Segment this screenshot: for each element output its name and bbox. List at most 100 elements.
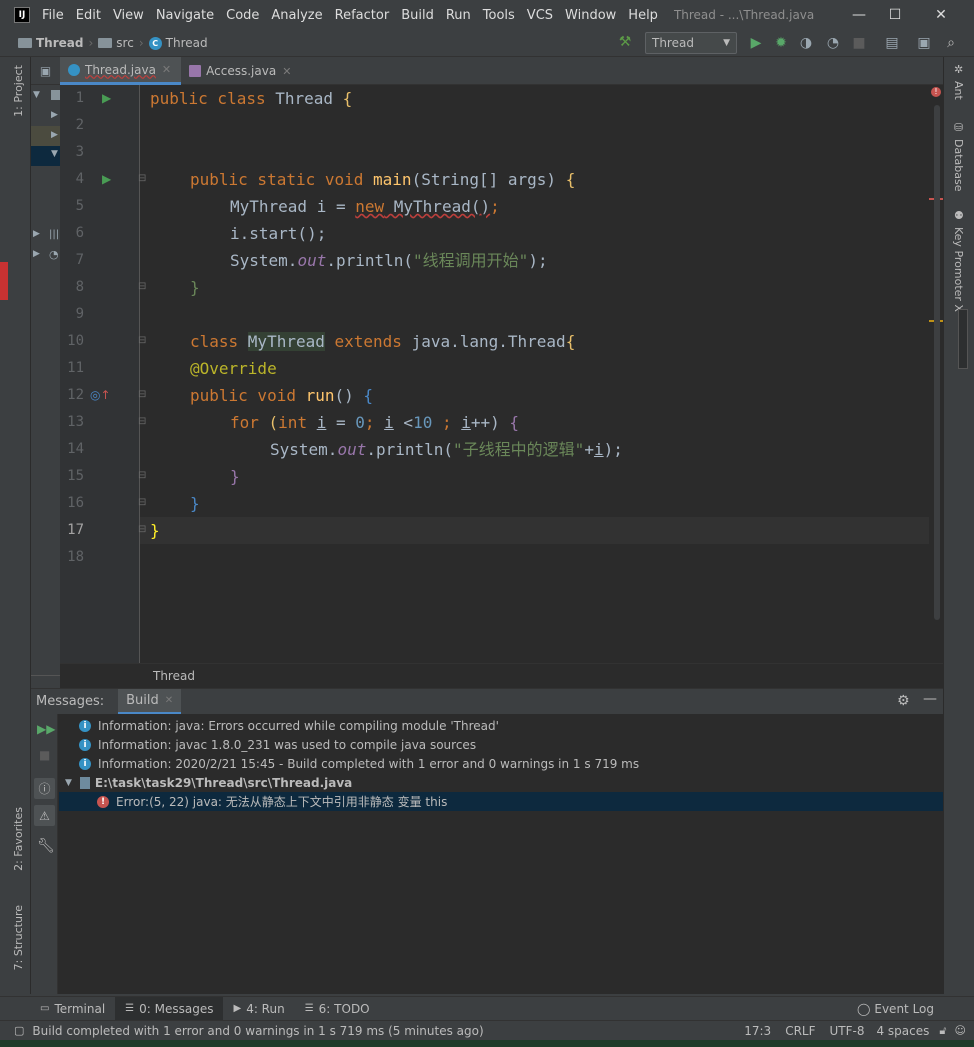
breadcrumb-src[interactable]: src xyxy=(98,36,134,50)
error-indicator-icon[interactable]: ! xyxy=(931,87,941,97)
editor-breadcrumb-label[interactable]: Thread xyxy=(153,669,195,683)
menu-window[interactable]: Window xyxy=(565,8,616,23)
code-line: @Override xyxy=(190,359,277,378)
memory-indicator[interactable] xyxy=(958,309,968,369)
tab-terminal[interactable]: ▭ Terminal xyxy=(30,997,115,1021)
breadcrumb-class[interactable]: C Thread xyxy=(148,36,208,50)
intellij-logo-icon[interactable]: IJ xyxy=(14,7,30,23)
run-configuration-select[interactable]: Thread ▼ xyxy=(645,32,737,54)
close-window-button[interactable]: ✕ xyxy=(918,0,964,30)
error-stripe[interactable]: ! xyxy=(929,85,943,663)
fold-icon[interactable]: ⊟ xyxy=(138,281,146,292)
key-promoter-tool-button[interactable]: Key Promoter X xyxy=(952,227,965,312)
menu-analyze[interactable]: Analyze xyxy=(271,8,322,23)
tool-windows-icon[interactable]: ▢ xyxy=(14,1024,24,1037)
menu-file[interactable]: File xyxy=(42,8,64,23)
code-token: ; xyxy=(490,197,500,216)
run-icon[interactable]: ▶ xyxy=(748,35,764,51)
menu-navigate[interactable]: Navigate xyxy=(156,8,214,23)
menu-edit[interactable]: Edit xyxy=(76,8,101,23)
caret-position[interactable]: 17:3 xyxy=(744,1024,771,1038)
message-row-info[interactable]: i Information: java: Errors occurred whi… xyxy=(59,716,943,735)
menu-view[interactable]: View xyxy=(113,8,144,23)
fold-icon[interactable]: ⊟ xyxy=(138,497,146,508)
favorites-tool-button[interactable]: 2: Favorites xyxy=(12,807,25,871)
structure-tool-button[interactable]: 7: Structure xyxy=(12,905,25,970)
message-row-info[interactable]: i Information: 2020/2/21 15:45 - Build c… xyxy=(59,754,943,773)
run-gutter-icon[interactable]: ▶ xyxy=(102,172,111,186)
fold-icon[interactable]: ⊟ xyxy=(138,389,146,400)
menu-code[interactable]: Code xyxy=(226,8,259,23)
project-view-icon[interactable]: ▣ xyxy=(31,57,60,85)
menu-build[interactable]: Build xyxy=(401,8,434,23)
project-panel-scrollbar[interactable] xyxy=(31,675,60,688)
event-log-button[interactable]: ◯ Event Log xyxy=(847,997,944,1021)
coverage-icon[interactable]: ◑ xyxy=(798,35,814,51)
gear-icon[interactable]: ⚙ xyxy=(897,693,910,709)
menu-refactor[interactable]: Refactor xyxy=(335,8,390,23)
fold-icon[interactable]: ⊟ xyxy=(138,416,146,427)
project-structure-icon[interactable]: ▤ xyxy=(884,35,900,51)
code-editor[interactable]: 1 2 3 4 5 6 7 8 9 10 11 12 13 14 15 16 1… xyxy=(60,85,943,663)
message-row-info[interactable]: i Information: javac 1.8.0_231 was used … xyxy=(59,735,943,754)
tree-expand-icon[interactable]: ▼ xyxy=(51,149,58,159)
show-warnings-icon[interactable]: ⚠ xyxy=(34,805,55,826)
run-gutter-icon[interactable]: ▶ xyxy=(102,91,111,105)
debug-icon[interactable]: ✹ xyxy=(773,35,789,51)
menu-help[interactable]: Help xyxy=(628,8,658,23)
wrench-icon[interactable]: 🔧︎ xyxy=(37,838,55,854)
tree-expand-icon[interactable]: ▼ xyxy=(65,778,72,788)
file-encoding[interactable]: UTF-8 xyxy=(830,1024,865,1038)
message-row-error[interactable]: ! Error:(5, 22) java: 无法从静态上下文中引用非静态 变量 … xyxy=(59,792,943,811)
fold-icon[interactable]: ⊟ xyxy=(138,335,146,346)
menu-vcs[interactable]: VCS xyxy=(527,8,553,23)
menu-run[interactable]: Run xyxy=(446,8,471,23)
tab-messages[interactable]: ☰ 0: Messages xyxy=(115,996,224,1021)
rerun-icon[interactable]: ▶▶ xyxy=(37,722,55,736)
code-line: } xyxy=(150,521,160,540)
menu-tools[interactable]: Tools xyxy=(483,8,515,23)
inspector-icon[interactable]: ☺ xyxy=(955,1024,966,1037)
ant-tool-button[interactable]: Ant xyxy=(952,81,965,100)
lock-icon[interactable]: 🔓︎ xyxy=(939,1024,946,1038)
stop-icon[interactable]: ■ xyxy=(39,748,50,762)
search-icon[interactable]: ⌕ xyxy=(943,35,959,51)
tab-build-label: Build xyxy=(126,692,159,708)
database-tool-button[interactable]: Database xyxy=(952,139,965,192)
profile-icon[interactable]: ◔ xyxy=(825,35,841,51)
build-hammer-icon[interactable]: ⚒ xyxy=(617,34,633,50)
layout-icon[interactable]: ▣ xyxy=(916,35,932,51)
tree-expand-icon[interactable]: ▶ xyxy=(51,130,58,140)
show-info-icon[interactable]: ⓘ xyxy=(34,778,55,799)
tab-access-java[interactable]: Access.java ✕ xyxy=(181,57,301,85)
tab-run[interactable]: ▶ 4: Run xyxy=(223,997,294,1021)
tree-expand-icon[interactable]: ▼ xyxy=(33,90,40,100)
maximize-button[interactable]: ☐ xyxy=(872,0,918,30)
tree-expand-icon[interactable]: ▶ xyxy=(51,110,58,120)
line-separator[interactable]: CRLF xyxy=(785,1024,815,1038)
close-icon[interactable]: ✕ xyxy=(162,63,171,76)
indent-setting[interactable]: 4 spaces xyxy=(876,1024,929,1038)
tree-expand-icon[interactable]: ▶ xyxy=(33,229,40,239)
tab-build[interactable]: Build ✕ xyxy=(118,688,182,715)
tab-todo[interactable]: ☰ 6: TODO xyxy=(295,997,380,1021)
code-token: public class xyxy=(150,89,276,108)
breadcrumb-project[interactable]: Thread xyxy=(18,36,83,50)
close-icon[interactable]: ✕ xyxy=(165,695,173,706)
hide-icon[interactable]: — xyxy=(923,691,937,707)
code-token: { xyxy=(565,170,576,189)
fold-icon[interactable]: ⊟ xyxy=(138,524,146,535)
stop-icon[interactable]: ■ xyxy=(851,35,867,51)
close-icon[interactable]: ✕ xyxy=(282,65,291,78)
override-gutter-icon[interactable]: ◎↑ xyxy=(90,388,111,402)
fold-icon[interactable]: ⊟ xyxy=(138,470,146,481)
fold-icon[interactable]: ⊟ xyxy=(138,173,146,184)
run-config-label: Thread xyxy=(652,36,694,50)
tree-expand-icon[interactable]: ▶ xyxy=(33,249,40,259)
editor-scrollbar[interactable] xyxy=(934,105,940,620)
tab-thread-java[interactable]: Thread.java ✕ xyxy=(60,57,182,85)
editor-breadcrumb[interactable]: Thread xyxy=(60,663,943,688)
status-message[interactable]: Build completed with 1 error and 0 warni… xyxy=(32,1024,483,1038)
project-tool-button[interactable]: 1: Project xyxy=(12,65,25,117)
message-row-file[interactable]: ▼ E:\task\task29\Thread\src\Thread.java xyxy=(59,773,943,792)
